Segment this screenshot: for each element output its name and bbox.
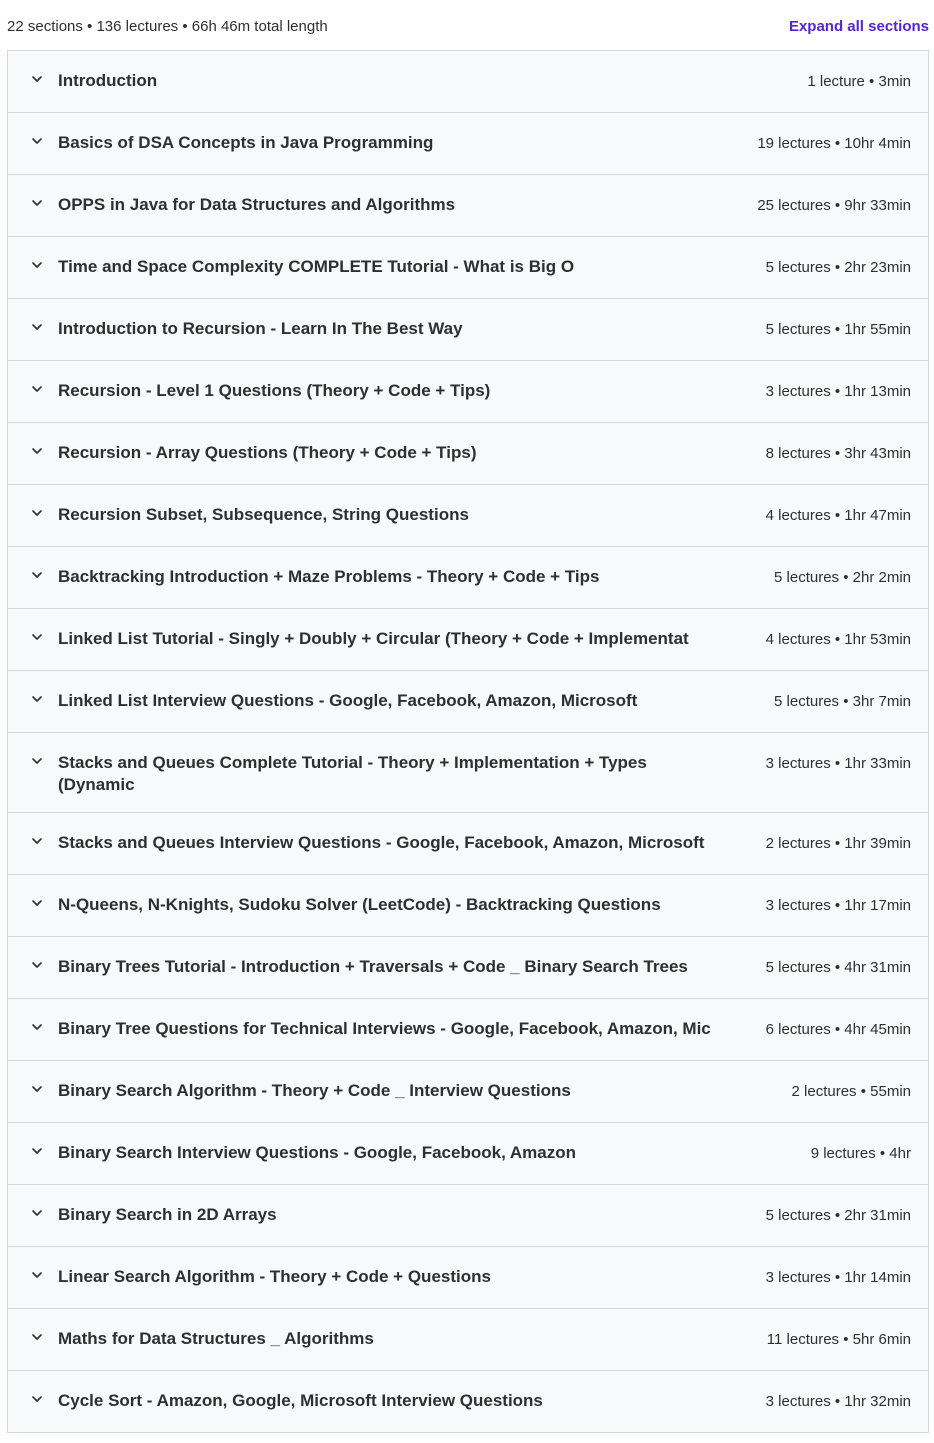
curriculum-section[interactable]: Recursion Subset, Subsequence, String Qu… (8, 485, 928, 547)
section-list: Introduction 1 lecture • 3min Basics of DS… (7, 50, 929, 1433)
section-lecture-count: 8 lectures • 3hr 43min (765, 445, 911, 462)
section-title: Introduction to Recursion - Learn In The… (58, 319, 463, 338)
chevron-down-icon[interactable] (30, 72, 44, 86)
curriculum-section[interactable]: Recursion - Level 1 Questions (Theory + … (8, 361, 928, 423)
curriculum-section[interactable]: Linked List Tutorial - Singly + Doubly +… (8, 609, 928, 671)
chevron-down-icon[interactable] (30, 1392, 44, 1406)
section-lecture-count: 3 lectures • 1hr 32min (765, 1393, 911, 1410)
section-title: Recursion - Array Questions (Theory + Co… (58, 443, 477, 462)
section-title: Binary Search in 2D Arrays (58, 1205, 277, 1224)
section-lecture-count: 5 lectures • 2hr 31min (765, 1207, 911, 1224)
curriculum-section[interactable]: Binary Search Interview Questions - Goog… (8, 1123, 928, 1185)
curriculum-section[interactable]: Binary Tree Questions for Technical Inte… (8, 999, 928, 1061)
chevron-down-icon[interactable] (30, 1082, 44, 1096)
section-title: Basics of DSA Concepts in Java Programmi… (58, 133, 434, 152)
curriculum-section[interactable]: Cycle Sort - Amazon, Google, Microsoft I… (8, 1371, 928, 1433)
section-lecture-count: 2 lectures • 55min (791, 1083, 911, 1100)
chevron-down-icon[interactable] (30, 134, 44, 148)
curriculum-section[interactable]: Backtracking Introduction + Maze Problem… (8, 547, 928, 609)
section-title: Binary Search Interview Questions - Goog… (58, 1143, 576, 1162)
section-lecture-count: 3 lectures • 1hr 13min (765, 383, 911, 400)
section-lecture-count: 9 lectures • 4hr (810, 1145, 911, 1162)
section-lecture-count: 4 lectures • 1hr 53min (765, 631, 911, 648)
curriculum-section[interactable]: Time and Space Complexity COMPLETE Tutor… (8, 237, 928, 299)
curriculum-section[interactable]: Basics of DSA Concepts in Java Programmi… (8, 113, 928, 175)
chevron-down-icon[interactable] (30, 1206, 44, 1220)
section-lecture-count: 25 lectures • 9hr 33min (757, 197, 911, 214)
chevron-down-icon[interactable] (30, 1144, 44, 1158)
section-title: Binary Search Algorithm - Theory + Code … (58, 1081, 571, 1100)
section-lecture-count: 4 lectures • 1hr 47min (765, 507, 911, 524)
section-title: Recursion Subset, Subsequence, String Qu… (58, 505, 469, 524)
section-title: Time and Space Complexity COMPLETE Tutor… (58, 257, 575, 276)
chevron-down-icon[interactable] (30, 1268, 44, 1282)
section-title: Linear Search Algorithm - Theory + Code … (58, 1267, 491, 1286)
section-lecture-count: 3 lectures • 1hr 14min (765, 1269, 911, 1286)
section-lecture-count: 1 lecture • 3min (807, 73, 911, 90)
curriculum-section[interactable]: Maths for Data Structures _ Algorithms 11… (8, 1309, 928, 1371)
chevron-down-icon[interactable] (30, 506, 44, 520)
curriculum-section[interactable]: Linear Search Algorithm - Theory + Code … (8, 1247, 928, 1309)
section-title: Maths for Data Structures _ Algorithms (58, 1329, 374, 1348)
curriculum-section[interactable]: Introduction to Recursion - Learn In The… (8, 299, 928, 361)
section-lecture-count: 6 lectures • 4hr 45min (765, 1021, 911, 1038)
chevron-down-icon[interactable] (30, 896, 44, 910)
curriculum-section[interactable]: N-Queens, N-Knights, Sudoku Solver (Leet… (8, 875, 928, 937)
course-summary: 22 sections • 136 lectures • 66h 46m tot… (7, 18, 328, 35)
section-lecture-count: 19 lectures • 10hr 4min (757, 135, 911, 152)
chevron-down-icon[interactable] (30, 444, 44, 458)
section-lecture-count: 5 lectures • 4hr 31min (765, 959, 911, 976)
chevron-down-icon[interactable] (30, 382, 44, 396)
section-title: Binary Trees Tutorial - Introduction + T… (58, 957, 688, 976)
chevron-down-icon[interactable] (30, 958, 44, 972)
section-title: Recursion - Level 1 Questions (Theory + … (58, 381, 491, 400)
curriculum-section[interactable]: Stacks and Queues Interview Questions - … (8, 813, 928, 875)
chevron-down-icon[interactable] (30, 630, 44, 644)
section-lecture-count: 5 lectures • 1hr 55min (765, 321, 911, 338)
expand-all-sections-button[interactable]: Expand all sections (789, 18, 929, 35)
section-lecture-count: 3 lectures • 1hr 33min (765, 755, 911, 772)
section-title: Linked List Tutorial - Singly + Doubly +… (58, 629, 689, 648)
chevron-down-icon[interactable] (30, 1020, 44, 1034)
curriculum-section[interactable]: Recursion - Array Questions (Theory + Co… (8, 423, 928, 485)
section-title: Stacks and Queues Interview Questions - … (58, 833, 705, 852)
section-lecture-count: 3 lectures • 1hr 17min (765, 897, 911, 914)
chevron-down-icon[interactable] (30, 196, 44, 210)
section-title: Backtracking Introduction + Maze Problem… (58, 567, 600, 586)
section-title: N-Queens, N-Knights, Sudoku Solver (Leet… (58, 895, 661, 914)
curriculum-section[interactable]: Introduction 1 lecture • 3min (8, 51, 928, 113)
curriculum-section[interactable]: Stacks and Queues Complete Tutorial - Th… (8, 733, 928, 813)
section-lecture-count: 11 lectures • 5hr 6min (766, 1331, 911, 1348)
section-title: OPPS in Java for Data Structures and Alg… (58, 195, 456, 214)
section-lecture-count: 2 lectures • 1hr 39min (765, 835, 911, 852)
chevron-down-icon[interactable] (30, 320, 44, 334)
section-title: Stacks and Queues Complete Tutorial - Th… (58, 753, 647, 794)
chevron-down-icon[interactable] (30, 258, 44, 272)
curriculum-section[interactable]: Linked List Interview Questions - Google… (8, 671, 928, 733)
curriculum-section[interactable]: Binary Search Algorithm - Theory + Code … (8, 1061, 928, 1123)
curriculum-section[interactable]: Binary Trees Tutorial - Introduction + T… (8, 937, 928, 999)
section-lecture-count: 5 lectures • 3hr 7min (774, 693, 911, 710)
section-title: Binary Tree Questions for Technical Inte… (58, 1019, 711, 1038)
section-lecture-count: 5 lectures • 2hr 2min (774, 569, 911, 586)
section-title: Cycle Sort - Amazon, Google, Microsoft I… (58, 1391, 543, 1410)
curriculum-section[interactable]: Binary Search in 2D Arrays 5 lectures • 2… (8, 1185, 928, 1247)
curriculum-section[interactable]: OPPS in Java for Data Structures and Alg… (8, 175, 928, 237)
chevron-down-icon[interactable] (30, 692, 44, 706)
section-title: Introduction (58, 71, 158, 90)
section-lecture-count: 5 lectures • 2hr 23min (765, 259, 911, 276)
chevron-down-icon[interactable] (30, 754, 44, 768)
section-title: Linked List Interview Questions - Google… (58, 691, 638, 710)
chevron-down-icon[interactable] (30, 1330, 44, 1344)
chevron-down-icon[interactable] (30, 568, 44, 582)
chevron-down-icon[interactable] (30, 834, 44, 848)
curriculum-header: 22 sections • 136 lectures • 66h 46m tot… (0, 0, 934, 50)
